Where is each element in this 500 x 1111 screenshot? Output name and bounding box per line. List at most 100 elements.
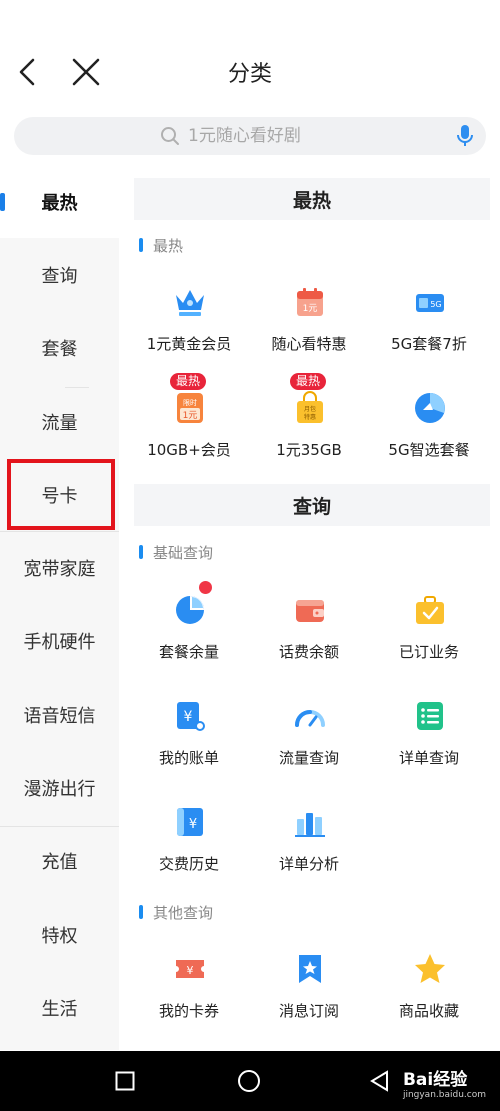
subsection-marker <box>139 545 143 559</box>
grid-item-label: 随心看特惠 <box>271 335 347 353</box>
sidebar-item-voice-sms[interactable]: 语音短信 <box>0 678 119 751</box>
subsection-header-other-query: 其他查询 <box>139 902 213 922</box>
category-content: 最热 最热 1元黄金会员 1元 随心看特惠 5G 5G套餐7折 最热 限时 1元… <box>119 165 500 1050</box>
sidebar-item-broadband-home[interactable]: 宽带家庭 <box>0 531 119 604</box>
grid-item-label: 5G套餐7折 <box>391 335 467 353</box>
bar-chart-icon <box>295 813 325 837</box>
square-icon <box>115 1071 135 1091</box>
payment-history-icon: ¥ <box>177 808 203 836</box>
grid-item-35gb[interactable]: 最热 月包 特惠 1元35GB <box>249 373 369 479</box>
grid-item-detail-analysis[interactable]: 详单分析 <box>249 805 369 893</box>
bill-icon: ¥ <box>177 702 205 731</box>
grid-item-label: 1元35GB <box>276 441 342 459</box>
subsection-marker <box>139 238 143 252</box>
star-icon <box>415 954 445 983</box>
microphone-icon <box>457 125 473 146</box>
subsection-title: 基础查询 <box>153 543 214 562</box>
grid-item-my-bill[interactable]: ¥ 我的账单 <box>129 699 249 787</box>
category-sidebar: 最热 查询 套餐 流量 号卡 宽带家庭 手机硬件 语音短信 漫游出行 充值 特权… <box>0 165 119 1050</box>
grid-item-payment-history[interactable]: ¥ 交费历史 <box>129 805 249 893</box>
subsection-header-basic-query: 基础查询 <box>139 542 213 562</box>
bookmark-star-icon <box>299 955 321 983</box>
back-nav-button[interactable] <box>368 1069 392 1093</box>
triangle-back-icon <box>370 1070 388 1092</box>
tag-icon-text: 限时 <box>183 398 197 407</box>
voice-search-button[interactable] <box>452 123 478 149</box>
section-header-hot: 最热 <box>134 178 490 220</box>
hot-badge: 最热 <box>290 373 327 390</box>
pie-chart-icon <box>176 596 204 624</box>
sidebar-item-data[interactable]: 流量 <box>0 385 119 458</box>
grid-item-label: 已订业务 <box>398 643 459 661</box>
grid-item-detail-query[interactable]: 详单查询 <box>369 699 489 787</box>
grid-item-watch-deal[interactable]: 1元 随心看特惠 <box>249 285 369 373</box>
sidebar-item-recharge[interactable]: 充值 <box>0 824 119 897</box>
subsection-title: 其他查询 <box>153 903 214 922</box>
grid-item-5g-smart-plan[interactable]: 5G智选套餐 <box>369 391 489 479</box>
grid-item-label: 我的账单 <box>158 749 219 767</box>
coupon-icon: ¥ <box>176 960 204 978</box>
calendar-icon: 1元 <box>297 288 323 316</box>
sidebar-item-privilege[interactable]: 特权 <box>0 898 119 971</box>
sim-card-icon: 5G <box>416 294 444 312</box>
recents-button[interactable] <box>113 1069 137 1093</box>
grid-item-label: 10GB+会员 <box>147 441 231 459</box>
watermark-text: Bai经验 <box>402 1070 468 1090</box>
grid-item-subscribed[interactable]: 已订业务 <box>369 593 489 681</box>
section-header-query: 查询 <box>134 484 490 526</box>
grid-item-label: 套餐余量 <box>158 643 219 661</box>
grid-item-label: 商品收藏 <box>398 1002 459 1020</box>
page-title: 分类 <box>227 62 272 87</box>
bag-icon-text: 特惠 <box>304 413 316 421</box>
briefcase-check-icon <box>416 596 444 624</box>
system-nav-bar: Bai经验 jingyan.baidu.com <box>0 1051 500 1111</box>
coupon-icon-text: ¥ <box>187 964 194 977</box>
sim-card-icon-text: 5G <box>430 300 441 309</box>
subsection-marker <box>139 905 143 919</box>
sidebar-item-plan[interactable]: 套餐 <box>0 311 119 384</box>
subsection-header-hot: 最热 <box>139 235 183 255</box>
list-icon <box>417 702 443 730</box>
search-bar[interactable] <box>14 117 486 155</box>
tag-icon-text: 1元 <box>183 411 198 421</box>
payment-icon-text: ¥ <box>189 817 197 832</box>
home-button[interactable] <box>237 1069 261 1093</box>
grid-item-label: 1元黄金会员 <box>146 335 232 353</box>
top-bar: 分类 <box>0 0 500 112</box>
grid-item-fee-balance[interactable]: 话费余额 <box>249 593 369 681</box>
grid-item-data-query[interactable]: 流量查询 <box>249 699 369 787</box>
sidebar-item-roaming[interactable]: 漫游出行 <box>0 751 119 824</box>
grid-item-label: 详单分析 <box>278 855 339 873</box>
grid-item-label: 详单查询 <box>398 749 459 767</box>
grid-item-label: 我的卡券 <box>158 1002 219 1020</box>
grid-item-label: 话费余额 <box>278 643 339 661</box>
pie-circle-icon <box>415 393 445 423</box>
hot-badge: 最热 <box>170 373 207 390</box>
grid-item-message-subscribe[interactable]: 消息订阅 <box>249 952 369 1040</box>
grid-item-my-coupons[interactable]: ¥ 我的卡券 <box>129 952 249 1040</box>
grid-item-favorites[interactable]: 商品收藏 <box>369 952 489 1040</box>
calendar-icon-text: 1元 <box>303 304 318 314</box>
crown-icon <box>176 290 204 316</box>
subsection-title: 最热 <box>153 236 184 255</box>
search-input[interactable] <box>186 125 340 147</box>
highlight-box <box>7 459 115 530</box>
tag-icon: 限时 1元 <box>177 393 203 423</box>
bag-icon-text: 月包 <box>304 405 316 413</box>
grid-item-label: 消息订阅 <box>278 1002 339 1020</box>
sidebar-item-phone-hardware[interactable]: 手机硬件 <box>0 604 119 677</box>
grid-item-10gb-member[interactable]: 最热 限时 1元 10GB+会员 <box>129 373 249 479</box>
grid-item-label: 5G智选套餐 <box>388 441 470 459</box>
watermark-url: jingyan.baidu.com <box>402 1090 486 1100</box>
sidebar-item-life[interactable]: 生活 <box>0 971 119 1044</box>
grid-item-plan-balance[interactable]: 套餐余量 <box>129 581 249 681</box>
watermark: Bai经验 jingyan.baidu.com <box>403 1065 486 1100</box>
grid-item-label: 流量查询 <box>278 749 339 767</box>
grid-item-5g-discount[interactable]: 5G 5G套餐7折 <box>369 285 489 373</box>
grid-item-gold-member[interactable]: 1元黄金会员 <box>129 285 249 373</box>
sidebar-item-hot[interactable]: 最热 <box>0 165 119 238</box>
grid-item-label: 交费历史 <box>158 855 219 873</box>
shopping-bag-icon: 月包 特惠 <box>297 391 323 423</box>
sidebar-item-query[interactable]: 查询 <box>0 238 119 311</box>
circle-icon <box>238 1070 260 1092</box>
